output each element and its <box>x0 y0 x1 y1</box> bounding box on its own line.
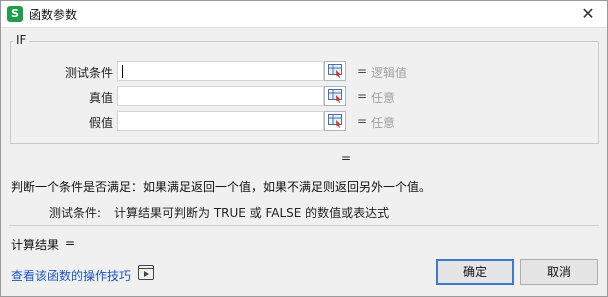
arg-equals: = <box>357 89 368 103</box>
arg-hint-true-value: 任意 <box>371 91 396 105</box>
arg-label-condition: 测试条件 <box>64 66 113 80</box>
calc-result-equals: = <box>65 236 76 250</box>
cancel-button[interactable]: 取消 <box>520 259 598 285</box>
arguments-group: 测试条件 = 逻辑值 真值 = 任意 假值 = 任意 <box>10 41 599 144</box>
function-result-equals: = <box>341 151 352 165</box>
arg-label-false-value: 假值 <box>88 116 113 130</box>
condition-input[interactable] <box>117 61 324 81</box>
arg-row-condition: 测试条件 = 逻辑值 <box>11 61 598 83</box>
close-button[interactable]: ✕ <box>577 3 599 25</box>
param-help-text: 计算结果可判断为 TRUE 或 FALSE 的数值或表达式 <box>114 206 390 220</box>
arg-row-true-value: 真值 = 任意 <box>11 86 598 108</box>
video-tutorial-icon[interactable] <box>138 265 154 280</box>
arg-hint-false-value: 任意 <box>371 116 396 130</box>
dialog-title: 函数参数 <box>29 8 78 22</box>
arg-hint-condition: 逻辑值 <box>371 66 408 80</box>
arg-equals: = <box>357 64 368 78</box>
function-arguments-dialog: S 函数参数 ✕ 测试条件 = 逻辑值 真值 = 任意 假值 = 任意 IF =… <box>0 0 608 297</box>
false-value-range-select-button[interactable] <box>324 111 346 131</box>
arg-label-true-value: 真值 <box>88 91 113 105</box>
range-select-icon <box>328 64 342 78</box>
wps-spreadsheet-icon: S <box>7 6 23 22</box>
calc-result-label: 计算结果 <box>11 238 60 252</box>
divider <box>9 225 599 226</box>
title-bar: S 函数参数 ✕ <box>1 1 607 28</box>
function-tips-link[interactable]: 查看该函数的操作技巧 <box>11 267 131 284</box>
ok-button[interactable]: 确定 <box>436 259 514 285</box>
function-description: 判断一个条件是否满足：如果满足返回一个值，如果不满足则返回另外一个值。 <box>11 180 432 194</box>
true-value-input[interactable] <box>117 86 324 106</box>
condition-range-select-button[interactable] <box>324 61 346 81</box>
false-value-input[interactable] <box>117 111 324 131</box>
text-caret <box>122 65 123 78</box>
range-select-icon <box>328 114 342 128</box>
param-help-name: 测试条件: <box>49 206 102 220</box>
arg-row-false-value: 假值 = 任意 <box>11 111 598 133</box>
true-value-range-select-button[interactable] <box>324 86 346 106</box>
arg-equals: = <box>357 114 368 128</box>
function-name-legend: IF <box>13 33 30 47</box>
range-select-icon <box>328 89 342 103</box>
